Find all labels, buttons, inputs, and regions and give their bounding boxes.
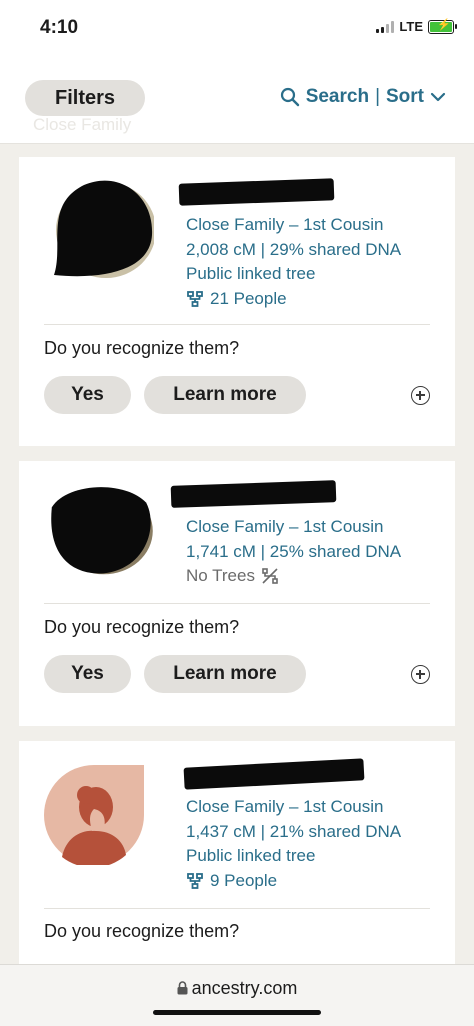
match-card[interactable]: Close Family – 1st Cousin 1,741 cM | 25%… [19, 461, 455, 726]
match-details: Close Family – 1st Cousin 1,741 cM | 25%… [186, 515, 401, 589]
add-icon[interactable] [411, 386, 430, 405]
tree-people-link[interactable]: 21 People [186, 287, 401, 312]
learn-more-button[interactable]: Learn more [144, 655, 306, 693]
shared-dna-label[interactable]: 2,008 cM | 29% shared DNA [186, 238, 401, 263]
tree-status-label[interactable]: Public linked tree [186, 262, 401, 287]
signal-icon [376, 20, 395, 33]
add-icon[interactable] [411, 665, 430, 684]
default-avatar-female[interactable] [44, 765, 144, 865]
people-count: 21 People [210, 288, 287, 308]
recognize-question: Do you recognize them? [44, 921, 240, 941]
learn-more-button[interactable]: Learn more [144, 376, 306, 414]
recognize-question: Do you recognize them? [44, 617, 240, 637]
search-icon[interactable] [280, 87, 300, 107]
tree-status-label[interactable]: Public linked tree [186, 844, 401, 869]
name-redacted [170, 480, 337, 508]
relationship-label[interactable]: Close Family – 1st Cousin [186, 515, 401, 540]
match-details: Close Family – 1st Cousin 1,437 cM | 21%… [186, 795, 401, 893]
lock-icon [177, 981, 188, 995]
network-label: LTE [399, 19, 423, 34]
recognize-question: Do you recognize them? [44, 338, 240, 358]
status-indicators: LTE ⚡ [376, 19, 457, 34]
shared-dna-label[interactable]: 1,437 cM | 21% shared DNA [186, 820, 401, 845]
browser-address-bar[interactable]: ancestry.com [0, 964, 474, 1026]
shared-dna-label[interactable]: 1,741 cM | 25% shared DNA [186, 540, 401, 565]
status-time: 4:10 [40, 17, 79, 38]
no-tree-icon [262, 568, 278, 585]
yes-button[interactable]: Yes [44, 655, 131, 693]
card-divider [44, 324, 430, 325]
match-toolbar: Filters Close Family Search | Sort [0, 58, 474, 144]
url-display[interactable]: ancestry.com [0, 978, 474, 999]
chevron-down-icon[interactable] [430, 91, 446, 103]
filters-button[interactable]: Filters [25, 80, 145, 116]
sort-button[interactable]: Sort [386, 86, 424, 108]
match-card[interactable]: Close Family – 1st Cousin 1,437 cM | 21%… [19, 741, 455, 981]
battery-icon: ⚡ [428, 19, 457, 34]
match-card[interactable]: Close Family – 1st Cousin 2,008 cM | 29%… [19, 157, 455, 446]
search-sort-controls: Search | Sort [280, 86, 446, 108]
people-count: 9 People [210, 870, 278, 890]
toolbar-separator: | [375, 86, 380, 107]
search-button[interactable]: Search [306, 86, 369, 108]
match-details: Close Family – 1st Cousin 2,008 cM | 29%… [186, 213, 401, 311]
name-redacted [178, 178, 335, 206]
yes-button[interactable]: Yes [44, 376, 131, 414]
url-text: ancestry.com [191, 978, 298, 998]
family-tree-icon [187, 872, 203, 889]
home-indicator[interactable] [153, 1010, 321, 1015]
tree-status: No Trees [186, 564, 401, 589]
profile-photo-redacted[interactable] [44, 175, 154, 281]
name-redacted [183, 758, 365, 790]
relationship-label[interactable]: Close Family – 1st Cousin [186, 795, 401, 820]
card-divider [44, 603, 430, 604]
relationship-label[interactable]: Close Family – 1st Cousin [186, 213, 401, 238]
status-bar: 4:10 LTE ⚡ [0, 0, 474, 58]
active-filter-label: Close Family [33, 115, 132, 134]
profile-photo-redacted[interactable] [44, 479, 154, 579]
card-divider [44, 908, 430, 909]
family-tree-icon [187, 290, 203, 307]
tree-people-link[interactable]: 9 People [186, 869, 401, 894]
tree-status-label: No Trees [186, 566, 255, 585]
